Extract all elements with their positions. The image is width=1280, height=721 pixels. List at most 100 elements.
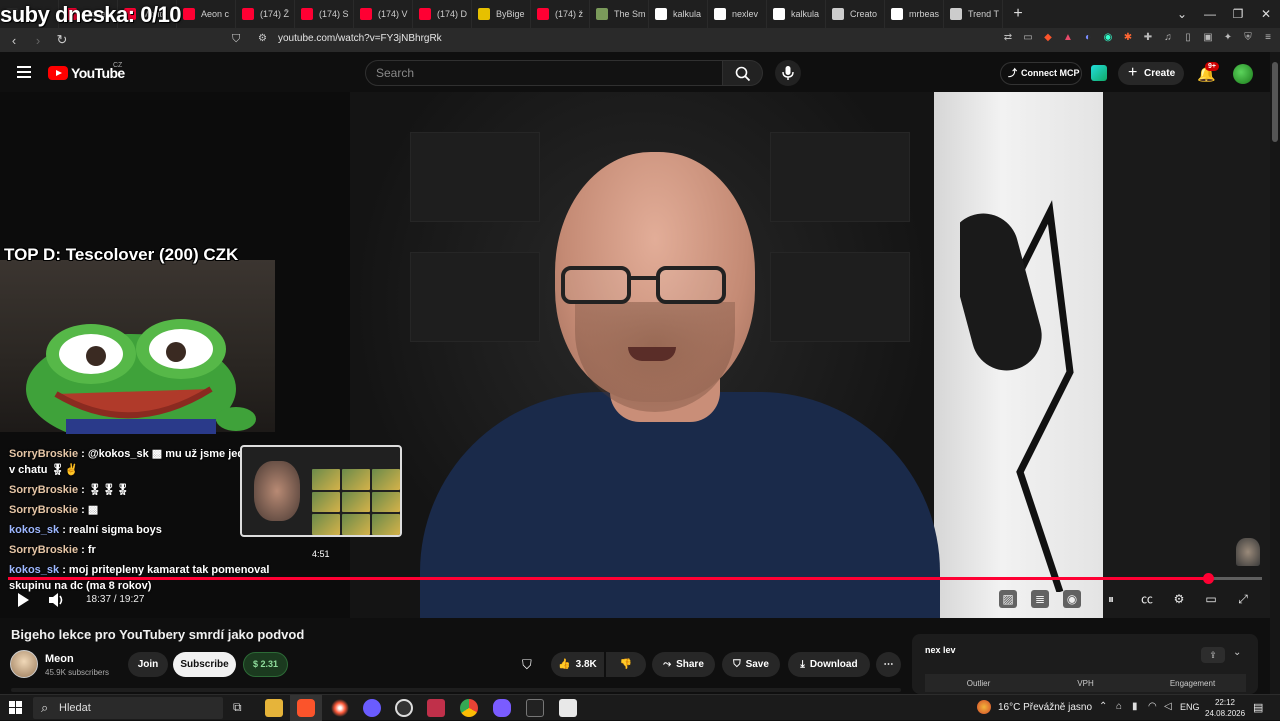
app-icon[interactable] — [427, 699, 445, 717]
extension-icon[interactable]: ◐ — [1082, 32, 1094, 44]
browser-tab[interactable]: Creato — [826, 0, 885, 28]
extension-icon[interactable] — [1091, 65, 1107, 81]
brave-browser-icon[interactable] — [297, 699, 315, 717]
app-icon[interactable] — [493, 699, 511, 717]
url-field[interactable]: youtube.com/watch?v=FY3jNBhrgRk — [278, 33, 442, 44]
browser-tab[interactable]: (174) ž — [531, 0, 590, 28]
taskbar-search[interactable]: Hledat — [33, 697, 223, 719]
download-button[interactable]: ⤓ Download — [788, 652, 870, 677]
vpn-icon[interactable]: ⛨ — [1242, 32, 1254, 44]
bookmark-video-icon[interactable]: ⛉ — [522, 657, 532, 673]
hamburger-menu-icon[interactable] — [17, 66, 31, 78]
tray-app-icon[interactable]: ⌂ — [1116, 701, 1122, 712]
discord-icon[interactable] — [363, 699, 381, 717]
panel-share-icon[interactable]: ⇪ — [1201, 647, 1225, 663]
windows-start-icon[interactable] — [9, 701, 22, 714]
subscribe-button[interactable]: Subscribe — [173, 652, 236, 677]
search-button[interactable] — [723, 60, 763, 86]
close-window-button[interactable]: ✕ — [1252, 0, 1280, 28]
join-button[interactable]: Join — [128, 652, 168, 677]
browser-tab[interactable]: kalkula — [767, 0, 826, 28]
extension-icon[interactable]: ◉ — [1102, 32, 1114, 44]
new-tab-button[interactable]: + — [1003, 5, 1033, 23]
scrollbar-thumb[interactable] — [1272, 62, 1278, 142]
weather-text[interactable]: 16°C Převážně jasno — [998, 702, 1092, 713]
video-player[interactable]: TOP D: Tescolover (200) CZK SorryBroskie… — [0, 92, 1270, 618]
network-icon[interactable]: ◠ — [1148, 701, 1157, 712]
app-icon[interactable] — [395, 699, 413, 717]
tray-chevron-icon[interactable]: ⌃ — [1099, 701, 1107, 712]
app-icon[interactable] — [331, 699, 349, 717]
rewards-icon[interactable]: ▲ — [1062, 32, 1074, 44]
browser-tab[interactable]: Aeon c — [177, 0, 236, 28]
clock[interactable]: 22:12 24.08.2026 — [1205, 697, 1245, 719]
browser-tab[interactable]: nexlev — [708, 0, 767, 28]
search-input[interactable]: Search — [365, 60, 723, 86]
browser-tab[interactable]: The Sm — [590, 0, 649, 28]
brave-shield-icon[interactable]: ◆ — [1042, 32, 1054, 44]
file-explorer-icon[interactable] — [265, 699, 283, 717]
language-indicator[interactable]: ENG — [1180, 702, 1200, 712]
channel-name[interactable]: Meon — [45, 653, 74, 665]
sidebar-icon[interactable]: ▯ — [1182, 32, 1194, 44]
page-scrollbar[interactable] — [1270, 52, 1280, 694]
screenshot-gallery-icon[interactable]: ▨ — [999, 590, 1017, 608]
share-button[interactable]: ⤳ Share — [652, 652, 715, 677]
captions-icon[interactable]: ㏄ — [1138, 590, 1156, 608]
channel-watermark[interactable] — [1236, 538, 1260, 566]
connect-mcp-button[interactable]: Connect MCP — [1000, 62, 1082, 85]
account-avatar[interactable] — [1233, 64, 1253, 84]
dislike-button[interactable]: 👎 — [606, 652, 646, 677]
leo-icon[interactable]: ✦ — [1222, 32, 1234, 44]
autoplay-toggle-icon[interactable]: ⏸ — [1102, 590, 1120, 608]
browser-tab[interactable]: ByBige — [472, 0, 531, 28]
menu-icon[interactable]: ≡ — [1262, 32, 1274, 44]
bookmark-icon[interactable]: ⛉ — [232, 33, 240, 46]
create-button[interactable]: Create — [1118, 61, 1184, 85]
puzzle-icon[interactable]: ✚ — [1142, 32, 1154, 44]
browser-tab[interactable]: (174) S — [295, 0, 354, 28]
browser-tab[interactable]: (174) D — [413, 0, 472, 28]
translate-icon[interactable]: ⇄ — [1002, 32, 1014, 44]
notepad-icon[interactable] — [559, 699, 577, 717]
channel-avatar[interactable] — [10, 650, 38, 678]
forward-icon[interactable]: › — [28, 33, 48, 48]
weather-icon[interactable] — [977, 700, 991, 714]
notification-center-icon[interactable]: ▤ — [1253, 701, 1263, 714]
camera-icon[interactable]: ◉ — [1063, 590, 1081, 608]
back-icon[interactable]: ‹ — [4, 33, 24, 48]
save-button[interactable]: ⛉ Save — [722, 652, 780, 677]
maximize-button[interactable]: ❐ — [1224, 0, 1252, 28]
voice-search-button[interactable] — [775, 60, 801, 86]
theater-mode-icon[interactable]: ▭ — [1202, 590, 1220, 608]
chrome-icon[interactable] — [460, 699, 478, 717]
reload-icon[interactable]: ↻ — [52, 32, 72, 48]
chevron-down-icon[interactable]: ⌄ — [1233, 647, 1241, 658]
minimize-button[interactable]: — — [1196, 0, 1224, 28]
wallet-icon[interactable]: ▣ — [1202, 32, 1214, 44]
browser-tab[interactable]: (174) Ž — [236, 0, 295, 28]
like-button[interactable]: 👍 3.8K — [551, 652, 604, 677]
browser-tab[interactable]: kalkula — [649, 0, 708, 28]
task-view-icon[interactable]: ⧉ — [233, 700, 242, 715]
microphone-tray-icon[interactable]: ▮ — [1132, 701, 1138, 712]
progress-bar[interactable] — [8, 573, 1262, 584]
terminal-icon[interactable] — [526, 699, 544, 717]
cast-icon[interactable]: ▭ — [1022, 32, 1034, 44]
settings-gear-icon[interactable]: ⚙ — [1170, 590, 1188, 608]
speaker-icon[interactable]: ◁ — [1164, 701, 1172, 712]
tab-search-icon[interactable]: ⌄ — [1168, 0, 1196, 28]
site-info-icon[interactable]: ⚙ — [258, 33, 267, 44]
browser-tab[interactable]: (174) V — [354, 0, 413, 28]
play-icon[interactable] — [16, 592, 30, 608]
browser-tab[interactable]: mrbeas — [885, 0, 944, 28]
transcript-icon[interactable]: ≣ — [1031, 590, 1049, 608]
music-icon[interactable]: ♫ — [1162, 32, 1174, 44]
tip-button[interactable]: $ 2.31 — [243, 652, 288, 677]
fullscreen-icon[interactable]: ⤢ — [1234, 590, 1252, 608]
volume-icon[interactable] — [48, 592, 66, 608]
extension-icon[interactable]: ✱ — [1122, 32, 1134, 44]
more-actions-button[interactable]: ⋯ — [876, 652, 901, 677]
progress-scrubber[interactable] — [1203, 573, 1215, 584]
browser-tab[interactable]: Trend T — [944, 0, 1003, 28]
